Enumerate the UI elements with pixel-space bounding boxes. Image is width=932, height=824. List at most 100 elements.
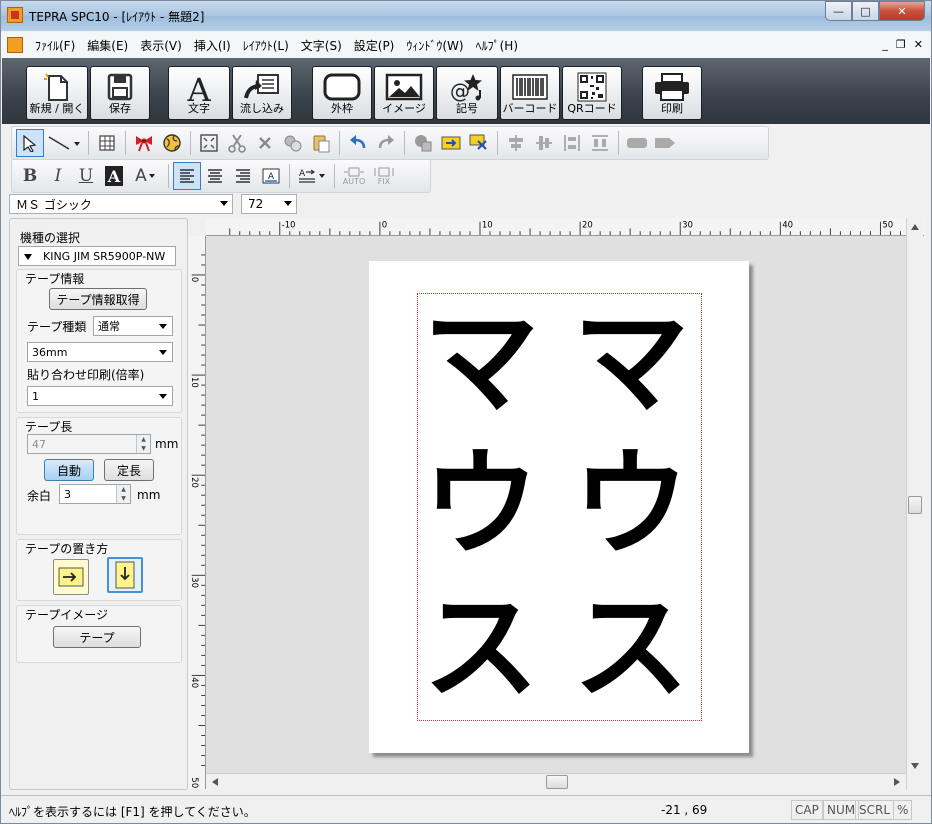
- model-select[interactable]: KING JIM SR5900P-NW: [18, 246, 176, 266]
- text-direction-button[interactable]: A: [294, 162, 330, 190]
- label-paper[interactable]: マ ウ ス マ ウ ス: [369, 261, 749, 753]
- distribute-h-icon[interactable]: [558, 129, 586, 157]
- menu-window[interactable]: ｳｨﾝﾄﾞｳ(W): [400, 37, 469, 54]
- margin-input[interactable]: 3 ▲ ▼: [59, 484, 131, 504]
- spinner-icon[interactable]: ▲ ▼: [116, 485, 130, 503]
- italic-button[interactable]: I: [44, 162, 72, 190]
- align-center-h-icon[interactable]: [502, 129, 530, 157]
- split-frame-icon[interactable]: [465, 129, 493, 157]
- label-char-col1-row2[interactable]: ウ: [423, 447, 539, 563]
- tape-info-title: テープ情報: [25, 272, 85, 286]
- auto-size-button[interactable]: AUTO: [339, 162, 369, 190]
- tape-length-input[interactable]: 47 ▲ ▼: [27, 434, 151, 454]
- outline-text-icon[interactable]: A: [100, 162, 128, 190]
- barcode-button[interactable]: バーコード: [500, 66, 560, 120]
- bold-button[interactable]: B: [16, 162, 44, 190]
- globe-icon[interactable]: [158, 129, 186, 157]
- delete-icon[interactable]: [251, 129, 279, 157]
- qrcode-button[interactable]: QRコード: [562, 66, 622, 120]
- window-title: TEPRA SPC10 - [ﾚｲｱｳﾄ - 無題2]: [29, 10, 205, 24]
- label-char-col1-row1[interactable]: マ: [423, 305, 539, 421]
- text-button[interactable]: A 文字: [168, 66, 230, 120]
- menu-file[interactable]: ﾌｧｲﾙ(F): [29, 37, 81, 54]
- vertical-placement-button[interactable]: [107, 557, 143, 593]
- font-family-select[interactable]: ＭＳ ゴシック: [9, 194, 233, 214]
- cut-icon[interactable]: [223, 129, 251, 157]
- group-icon[interactable]: [409, 129, 437, 157]
- align-center-v-icon[interactable]: [530, 129, 558, 157]
- table-icon[interactable]: [93, 129, 121, 157]
- flow-text-button[interactable]: 流し込み: [232, 66, 292, 120]
- menu-help[interactable]: ﾍﾙﾌﾟ(H): [470, 37, 524, 54]
- tape-image-button[interactable]: テープ: [53, 626, 141, 648]
- insert-frame-icon[interactable]: [437, 129, 465, 157]
- auto-length-button[interactable]: 自動: [44, 459, 94, 481]
- menu-edit[interactable]: 編集(E): [81, 37, 134, 54]
- horizontal-placement-button[interactable]: [53, 559, 89, 595]
- tape-settings-panel: 機種の選択 KING JIM SR5900P-NW テープ情報 テープ情報取得 …: [9, 218, 188, 790]
- maximize-button[interactable]: □: [852, 1, 879, 21]
- symbol-button[interactable]: @ 記号: [436, 66, 498, 120]
- frame-button[interactable]: 外枠: [312, 66, 372, 120]
- label-char-col2-row2[interactable]: ウ: [573, 447, 689, 563]
- image-button[interactable]: イメージ: [374, 66, 434, 120]
- tape-type-select[interactable]: 通常: [93, 316, 173, 336]
- line-tool-icon[interactable]: [44, 129, 84, 157]
- mdi-minimize-button[interactable]: _: [882, 38, 888, 51]
- menu-text[interactable]: 文字(S): [295, 37, 348, 54]
- tag-shape-icon[interactable]: [651, 129, 679, 157]
- ribbon-icon[interactable]: [130, 129, 158, 157]
- save-button[interactable]: 保存: [90, 66, 150, 120]
- paste-icon[interactable]: [307, 129, 335, 157]
- rounded-rect-icon[interactable]: [623, 129, 651, 157]
- redo-icon[interactable]: [372, 129, 400, 157]
- new-open-button[interactable]: 新規 / 開く: [26, 66, 88, 120]
- menu-view[interactable]: 表示(V): [134, 37, 188, 54]
- align-center-icon[interactable]: [201, 162, 229, 190]
- vertical-scroll-thumb[interactable]: [908, 496, 922, 514]
- label-char-col2-row1[interactable]: マ: [573, 305, 689, 421]
- scroll-lock-indicator: SCRL: [855, 800, 895, 820]
- underline-button[interactable]: U: [72, 162, 100, 190]
- horizontal-scrollbar[interactable]: [206, 773, 906, 790]
- mdi-close-button[interactable]: ✕: [914, 38, 923, 51]
- app-icon: [7, 7, 23, 23]
- align-left-icon[interactable]: [173, 162, 201, 190]
- distribute-v-icon[interactable]: [586, 129, 614, 157]
- font-color-button[interactable]: A: [128, 162, 164, 190]
- layout-canvas[interactable]: マ ウ ス マ ウ ス: [206, 236, 906, 773]
- fixed-length-button[interactable]: 定長: [104, 459, 154, 481]
- menu-settings[interactable]: 設定(P): [348, 37, 401, 54]
- placement-title: テープの置き方: [25, 542, 109, 556]
- mdi-restore-button[interactable]: ❐: [896, 38, 906, 51]
- justify-text-icon[interactable]: A: [257, 162, 285, 190]
- fit-frame-icon[interactable]: [195, 129, 223, 157]
- label-char-col2-row3[interactable]: ス: [573, 591, 689, 707]
- copy-icon[interactable]: [279, 129, 307, 157]
- merge-print-select[interactable]: 1: [27, 386, 173, 406]
- print-button[interactable]: 印刷: [642, 66, 702, 120]
- barcode-icon: [512, 74, 548, 100]
- label-char-col1-row3[interactable]: ス: [423, 591, 539, 707]
- select-arrow-icon[interactable]: [16, 129, 44, 157]
- vertical-scrollbar[interactable]: [906, 218, 923, 790]
- font-size-select[interactable]: 72: [241, 194, 297, 214]
- scroll-up-icon[interactable]: [911, 224, 919, 230]
- scroll-down-icon[interactable]: [911, 763, 919, 769]
- horizontal-scroll-thumb[interactable]: [546, 775, 568, 789]
- minimize-button[interactable]: —: [825, 1, 852, 21]
- fix-size-button[interactable]: FIX: [369, 162, 399, 190]
- undo-icon[interactable]: [344, 129, 372, 157]
- menu-layout[interactable]: ﾚｲｱｳﾄ(L): [237, 37, 295, 54]
- close-button[interactable]: ✕: [879, 1, 925, 21]
- scroll-right-icon[interactable]: [894, 778, 900, 786]
- document-icon[interactable]: [7, 37, 23, 53]
- tape-width-select[interactable]: 36mm: [27, 342, 173, 362]
- align-right-icon[interactable]: [229, 162, 257, 190]
- frame-icon: [323, 73, 361, 101]
- menu-insert[interactable]: 挿入(I): [188, 37, 237, 54]
- spinner-icon[interactable]: ▲ ▼: [136, 435, 150, 453]
- num-lock-indicator: NUM: [823, 800, 860, 820]
- get-tape-info-button[interactable]: テープ情報取得: [49, 288, 147, 310]
- scroll-left-icon[interactable]: [212, 778, 218, 786]
